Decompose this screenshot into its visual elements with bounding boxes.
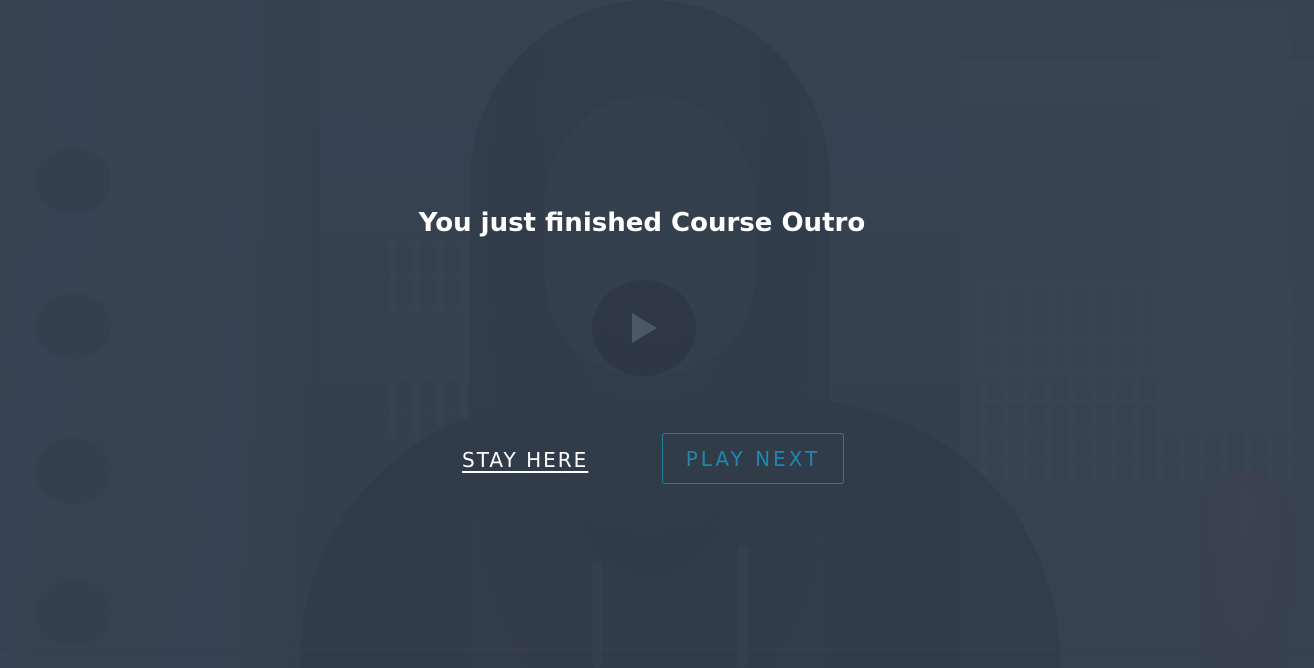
video-player: You just finished Course Outro STAY HERE… bbox=[0, 0, 1314, 668]
play-icon-glyph bbox=[632, 313, 657, 343]
finished-course-title: You just finished Course Outro bbox=[418, 208, 866, 238]
play-next-button[interactable]: PLAY NEXT bbox=[662, 433, 844, 484]
end-screen-overlay: You just finished Course Outro STAY HERE… bbox=[0, 0, 1314, 668]
stay-here-button[interactable]: STAY HERE bbox=[462, 445, 602, 475]
play-icon[interactable] bbox=[592, 280, 696, 376]
